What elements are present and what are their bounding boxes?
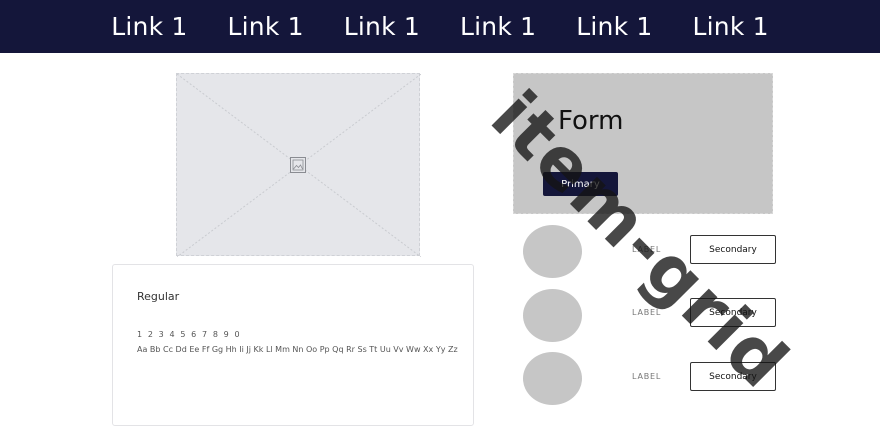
primary-button[interactable]: Primary <box>543 172 618 196</box>
image-placeholder <box>176 73 421 257</box>
nav-link-3[interactable]: Link 1 <box>344 12 420 41</box>
secondary-button-1[interactable]: Secondary <box>690 235 776 264</box>
nav-link-4[interactable]: Link 1 <box>460 12 536 41</box>
typography-card: Regular 1 2 3 4 5 6 7 8 9 0 Aa Bb Cc Dd … <box>112 264 474 426</box>
form-panel: Form Primary <box>513 73 773 214</box>
nav-link-2[interactable]: Link 1 <box>228 12 304 41</box>
nav-link-6[interactable]: Link 1 <box>693 12 769 41</box>
row-label-3: LABEL <box>632 372 662 381</box>
avatar-circle-1 <box>523 225 582 278</box>
secondary-button-3[interactable]: Secondary <box>690 362 776 391</box>
avatar-circle-3 <box>523 352 582 405</box>
type-digits-sample: 1 2 3 4 5 6 7 8 9 0 <box>137 330 242 339</box>
image-icon <box>290 157 306 173</box>
secondary-button-2[interactable]: Secondary <box>690 298 776 327</box>
nav-link-5[interactable]: Link 1 <box>576 12 652 41</box>
top-navigation: Link 1 Link 1 Link 1 Link 1 Link 1 Link … <box>0 0 880 53</box>
type-alphabet-sample: Aa Bb Cc Dd Ee Ff Gg Hh Ii Jj Kk Ll Mm N… <box>137 345 458 354</box>
nav-link-1[interactable]: Link 1 <box>111 12 187 41</box>
row-label-1: LABEL <box>632 245 662 254</box>
row-label-2: LABEL <box>632 308 662 317</box>
type-style-name: Regular <box>137 290 180 303</box>
avatar-circle-2 <box>523 289 582 342</box>
form-title: Form <box>558 106 624 136</box>
